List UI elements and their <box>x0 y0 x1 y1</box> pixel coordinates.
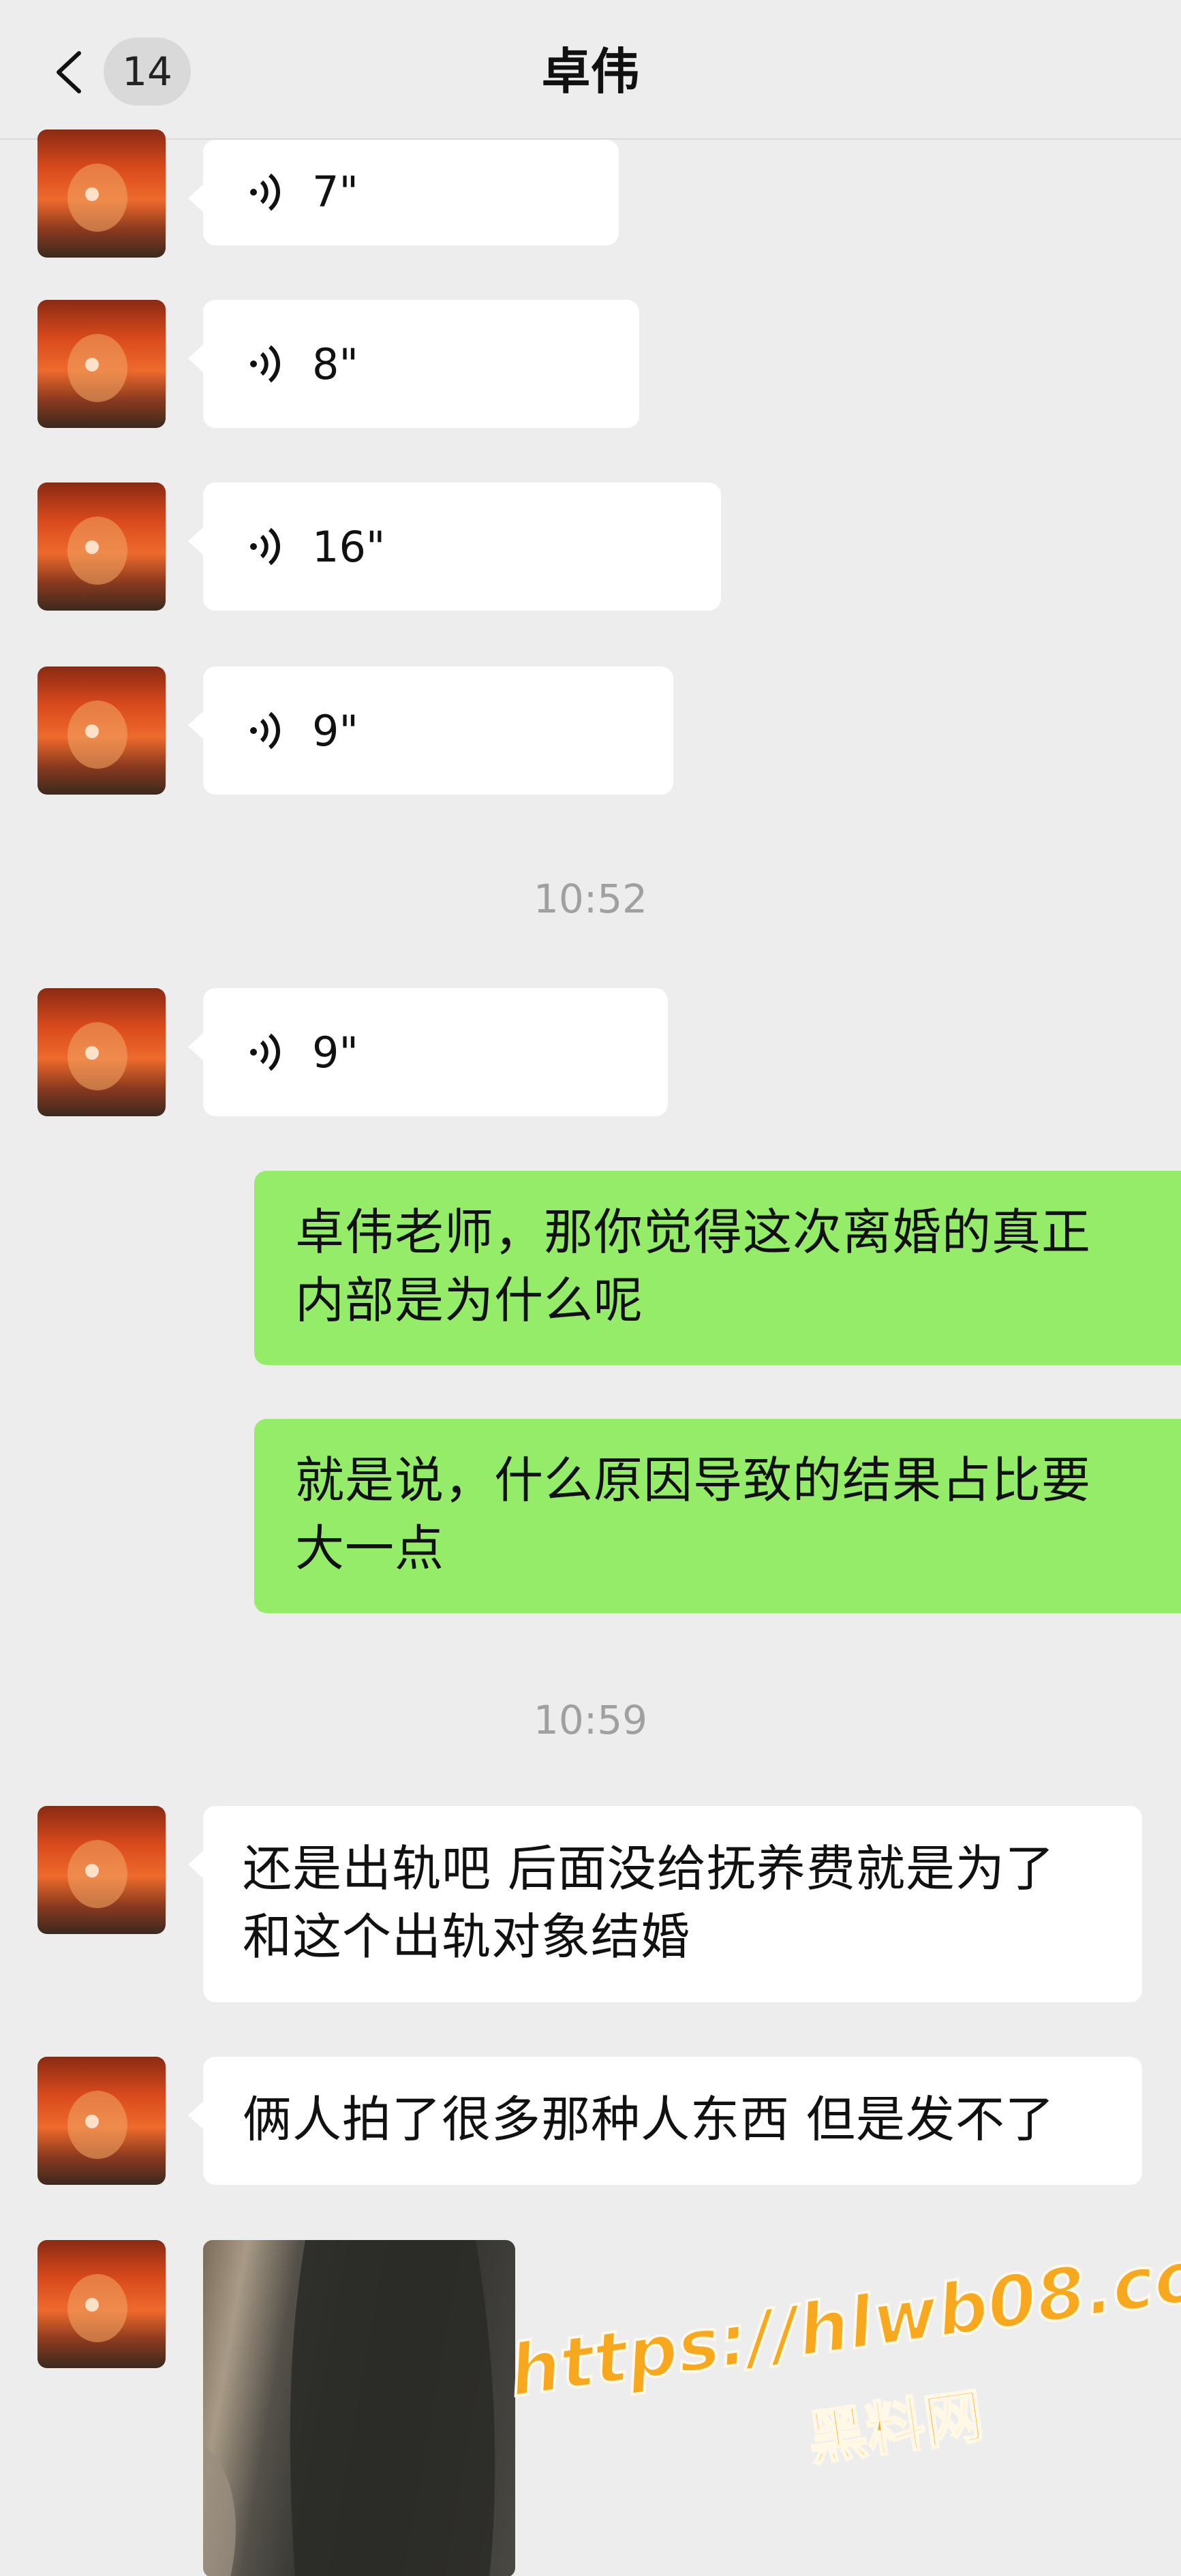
avatar[interactable] <box>37 2057 166 2185</box>
message-line: 就是说，什么原因导致的结果占比要 <box>295 1452 1092 1509</box>
back-button[interactable]: 14 <box>41 34 191 109</box>
incoming-text-message[interactable]: 还是出轨吧 后面没给抚养费就是为了 和这个出轨对象结婚 <box>188 1806 1142 2002</box>
voice-wave-icon <box>250 527 280 566</box>
message-line: 内部是为什么呢 <box>295 1272 644 1329</box>
image-message[interactable] <box>203 2240 515 2576</box>
chevron-left-icon <box>57 51 81 93</box>
incoming-text-message[interactable]: 俩人拍了很多那种人东西 但是发不了 <box>188 2057 1142 2185</box>
voice-message[interactable]: 8" <box>188 300 639 428</box>
voice-wave-icon <box>250 173 280 211</box>
voice-wave-icon <box>250 345 280 383</box>
avatar[interactable] <box>37 666 166 795</box>
message-line: 卓伟老师，那你觉得这次离婚的真正 <box>295 1203 1092 1261</box>
message-row: 8" <box>0 300 1181 429</box>
avatar[interactable] <box>37 1806 166 1934</box>
voice-message[interactable]: 9" <box>188 988 668 1116</box>
message-line: 俩人拍了很多那种人东西 但是发不了 <box>243 2091 1055 2148</box>
avatar[interactable] <box>37 988 166 1116</box>
timestamp: 10:59 <box>533 1697 648 1743</box>
avatar[interactable] <box>37 300 166 428</box>
timestamp: 10:52 <box>533 876 648 922</box>
voice-wave-icon <box>250 1033 280 1071</box>
avatar[interactable] <box>37 129 166 258</box>
photo-content <box>203 2240 495 2576</box>
voice-duration: 7" <box>312 167 358 217</box>
watermark-name: 黑料网 <box>803 2380 988 2474</box>
message-line: 大一点 <box>295 1520 445 1577</box>
message-row: 9" <box>0 988 1181 1118</box>
voice-duration: 9" <box>312 1028 358 1077</box>
outgoing-text-message[interactable]: 卓伟老师，那你觉得这次离婚的真正 内部是为什么呢 <box>254 1171 1181 1365</box>
message-row: 还是出轨吧 后面没给抚养费就是为了 和这个出轨对象结婚 <box>0 1806 1181 2004</box>
chat-header: 卓伟 14 <box>0 0 1181 140</box>
voice-message[interactable]: 16" <box>188 482 721 611</box>
unread-count-badge: 14 <box>104 37 191 106</box>
message-row: 7" <box>0 129 1181 258</box>
message-line: 和这个出轨对象结婚 <box>243 1908 691 1965</box>
voice-wave-icon <box>250 711 280 750</box>
message-row: 16" <box>0 482 1181 612</box>
avatar[interactable] <box>37 482 166 611</box>
outgoing-text-message[interactable]: 就是说，什么原因导致的结果占比要 大一点 <box>254 1419 1181 1613</box>
message-line: 还是出轨吧 后面没给抚养费就是为了 <box>243 1840 1055 1897</box>
voice-message[interactable]: 7" <box>188 140 619 245</box>
voice-duration: 16" <box>312 522 386 572</box>
message-row: 9" <box>0 666 1181 796</box>
voice-duration: 8" <box>312 339 358 389</box>
message-row: 俩人拍了很多那种人东西 但是发不了 <box>0 2057 1181 2186</box>
avatar[interactable] <box>37 2240 166 2368</box>
voice-message[interactable]: 9" <box>188 666 673 795</box>
voice-duration: 9" <box>312 706 358 756</box>
